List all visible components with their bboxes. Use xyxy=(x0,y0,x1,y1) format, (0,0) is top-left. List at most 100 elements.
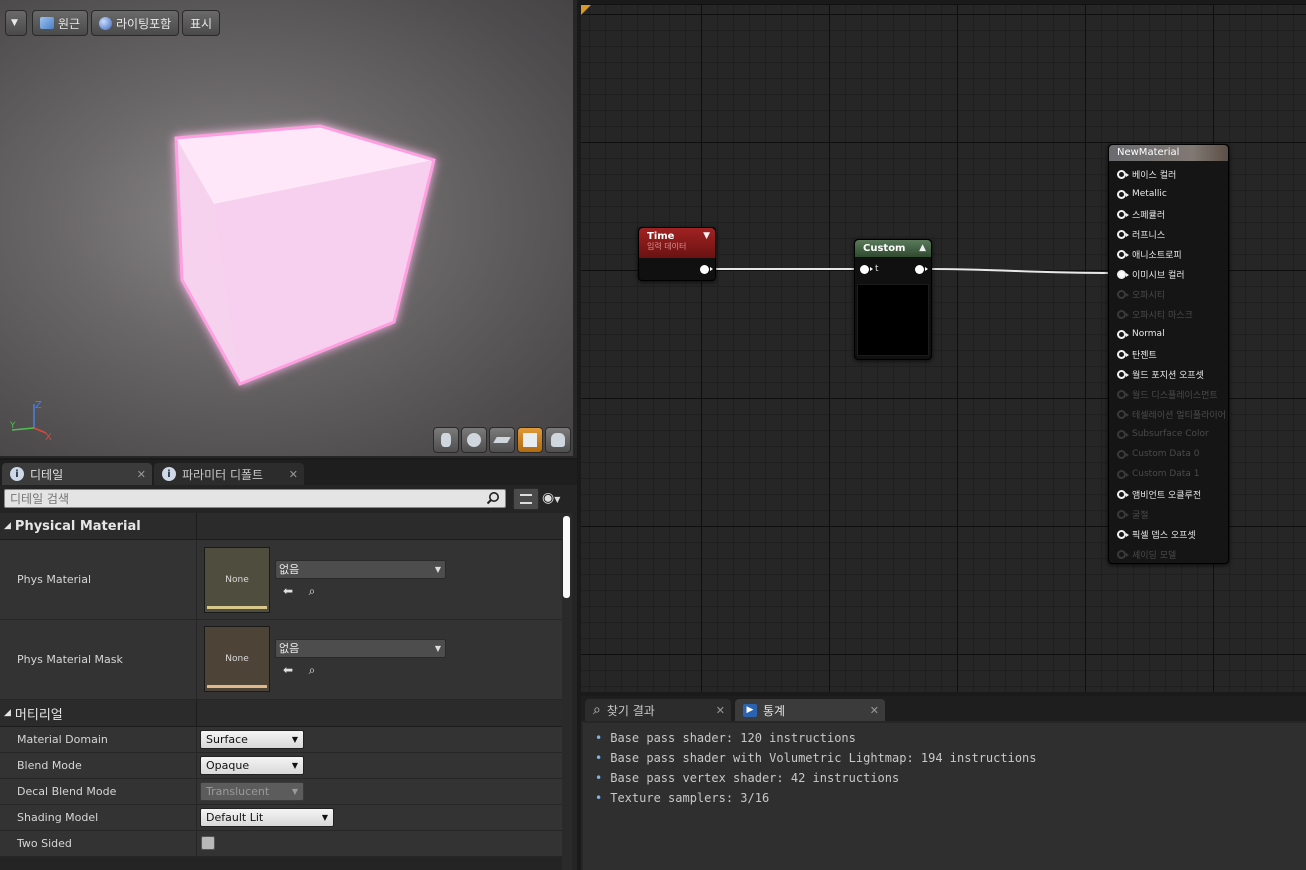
use-selected-arrow-icon[interactable]: ⬅ xyxy=(281,584,295,598)
category-material[interactable]: ◢ 머티리얼 xyxy=(0,700,562,727)
custom-output-pin[interactable] xyxy=(915,265,928,274)
preview-custom-mesh-button[interactable] xyxy=(545,427,571,453)
pin-connector[interactable] xyxy=(1117,369,1129,379)
tab-details[interactable]: i 디테일 ✕ xyxy=(2,463,152,485)
material-pin[interactable]: Metallic xyxy=(1117,188,1167,200)
material-domain-select[interactable]: Surface ▼ xyxy=(200,730,304,749)
pin-connector[interactable] xyxy=(1117,169,1129,179)
lighting-mode-button[interactable]: 라이팅포함 xyxy=(91,10,180,36)
pin-connector[interactable] xyxy=(1117,269,1129,279)
preview-cube-button[interactable] xyxy=(517,427,543,453)
axis-gizmo: Z Y X xyxy=(9,400,52,443)
material-pin: Subsurface Color xyxy=(1117,428,1209,440)
asset-picker-combo[interactable]: 없음 ▼ xyxy=(275,639,446,658)
pin-connector[interactable] xyxy=(1117,529,1129,539)
close-icon[interactable]: ✕ xyxy=(137,468,146,481)
material-pin[interactable]: 앰비언트 오클루전 xyxy=(1117,488,1201,501)
material-pin[interactable]: 베이스 컬러 xyxy=(1117,168,1176,181)
pin-connector[interactable] xyxy=(1117,329,1129,339)
preview-viewport[interactable]: ▼ 원근 라이팅포함 표시 Z Y X xyxy=(0,0,577,458)
collapse-arrow-icon[interactable]: ▼ xyxy=(703,231,710,241)
material-pin[interactable]: 스페큘러 xyxy=(1117,208,1165,221)
material-pin: 오파시티 xyxy=(1117,288,1165,301)
pin-connector[interactable] xyxy=(1117,229,1129,239)
browse-search-icon[interactable]: ⌕ xyxy=(305,663,319,677)
material-pin[interactable]: 월드 포지션 오프셋 xyxy=(1117,368,1204,381)
details-search-row: ◉▼ xyxy=(2,488,577,510)
decal-blend-mode-select: Translucent ▼ xyxy=(200,782,304,801)
material-graph-canvas[interactable]: Time 입력 데이터 ▼ Custom ▲ t NewMaterial 베이스… xyxy=(581,4,1306,692)
asset-picker-value: 없음 xyxy=(279,563,300,576)
category-physical-material[interactable]: ◢ Physical Material xyxy=(0,513,562,540)
pin-connector[interactable] xyxy=(1117,489,1129,499)
material-pin[interactable]: 탄젠트 xyxy=(1117,348,1157,361)
material-pin[interactable]: 러프니스 xyxy=(1117,228,1165,241)
stat-line: • Base pass vertex shader: 42 instruction… xyxy=(595,771,900,785)
pin-connector xyxy=(1117,469,1129,479)
chevron-down-icon: ▼ xyxy=(321,813,328,822)
search-icon[interactable] xyxy=(486,491,500,505)
two-sided-checkbox[interactable] xyxy=(201,836,215,850)
material-pin: 오파시티 마스크 xyxy=(1117,308,1193,321)
tab-stats[interactable]: ▶ 통계 ✕ xyxy=(735,699,885,721)
tab-stats-label: 통계 xyxy=(763,703,786,718)
material-pin[interactable]: 이미시브 컬러 xyxy=(1117,268,1185,281)
list-view-button[interactable] xyxy=(513,488,539,510)
property-row-decal-blend-mode: Decal Blend Mode Translucent ▼ xyxy=(0,779,562,805)
custom-input-pin[interactable] xyxy=(860,265,873,274)
preview-cylinder-button[interactable] xyxy=(433,427,459,453)
column-divider xyxy=(196,700,197,726)
shading-model-select[interactable]: Default Lit ▼ xyxy=(200,808,334,827)
preview-sphere-button[interactable] xyxy=(461,427,487,453)
collapse-arrow-icon: ◢ xyxy=(4,521,11,531)
column-divider xyxy=(196,513,197,539)
perspective-button[interactable]: 원근 xyxy=(32,10,89,36)
asset-thumbnail[interactable]: None xyxy=(204,626,270,692)
viewport-options-button[interactable]: ▼ xyxy=(5,10,27,36)
thumbnail-label: None xyxy=(225,654,249,664)
property-row-phys-material: Phys Material None 없음 ▼ ⬅ ⌕ xyxy=(0,540,562,620)
time-output-pin[interactable] xyxy=(700,265,713,274)
preview-plane-button[interactable] xyxy=(489,427,515,453)
close-icon[interactable]: ✕ xyxy=(289,468,298,481)
material-pin[interactable]: 애니소트로피 xyxy=(1117,248,1182,261)
pin-connector[interactable] xyxy=(1117,189,1129,199)
tab-find-results[interactable]: ⌕ 찾기 결과 ✕ xyxy=(585,699,731,721)
material-pin: Custom Data 0 xyxy=(1117,448,1199,460)
pin-connector xyxy=(1117,289,1129,299)
material-pin[interactable]: Normal xyxy=(1117,328,1165,340)
close-icon[interactable]: ✕ xyxy=(716,704,725,717)
material-pin[interactable]: 픽셀 뎁스 오프셋 xyxy=(1117,528,1196,541)
close-icon[interactable]: ✕ xyxy=(870,704,879,717)
details-tabbar: i 디테일 ✕ i 파라미터 디폴트 ✕ xyxy=(0,460,577,485)
node-time[interactable]: Time 입력 데이터 ▼ xyxy=(638,227,716,281)
select-value: Default Lit xyxy=(206,811,264,824)
show-label: 표시 xyxy=(190,16,213,31)
node-material-result[interactable]: NewMaterial 베이스 컬러 Metallic 스페큘러 러프니스 애니소트로피… xyxy=(1108,144,1229,564)
node-custom-header: Custom ▲ xyxy=(855,240,931,257)
tab-parameter-defaults[interactable]: i 파라미터 디폴트 ✕ xyxy=(154,463,304,485)
node-custom[interactable]: Custom ▲ t xyxy=(854,239,932,360)
column-divider xyxy=(196,620,197,699)
stats-icon: ▶ xyxy=(743,703,757,717)
details-search-input[interactable] xyxy=(4,489,506,508)
glowing-cube xyxy=(174,124,436,386)
details-property-list: ◢ Physical Material Phys Material None 없… xyxy=(0,513,562,870)
scrollbar-thumb[interactable] xyxy=(563,516,570,598)
pin-label: 탄젠트 xyxy=(1132,350,1157,361)
browse-search-icon[interactable]: ⌕ xyxy=(305,584,319,598)
show-button[interactable]: 표시 xyxy=(182,10,221,36)
use-selected-arrow-icon[interactable]: ⬅ xyxy=(281,663,295,677)
pin-connector[interactable] xyxy=(1117,209,1129,219)
details-scrollbar[interactable] xyxy=(562,513,572,870)
visibility-options-button[interactable]: ◉▼ xyxy=(542,490,574,508)
blend-mode-select[interactable]: Opaque ▼ xyxy=(200,756,304,775)
pin-connector[interactable] xyxy=(1117,349,1129,359)
collapse-arrow-icon[interactable]: ▲ xyxy=(919,240,926,257)
asset-thumbnail[interactable]: None xyxy=(204,547,270,613)
pin-label: Custom Data 0 xyxy=(1132,449,1200,459)
pin-connector[interactable] xyxy=(1117,249,1129,259)
asset-picker-combo[interactable]: 없음 ▼ xyxy=(275,560,446,579)
node-time-header: Time 입력 데이터 ▼ xyxy=(639,228,715,258)
stat-text: Base pass shader: 120 instructions xyxy=(610,731,856,745)
